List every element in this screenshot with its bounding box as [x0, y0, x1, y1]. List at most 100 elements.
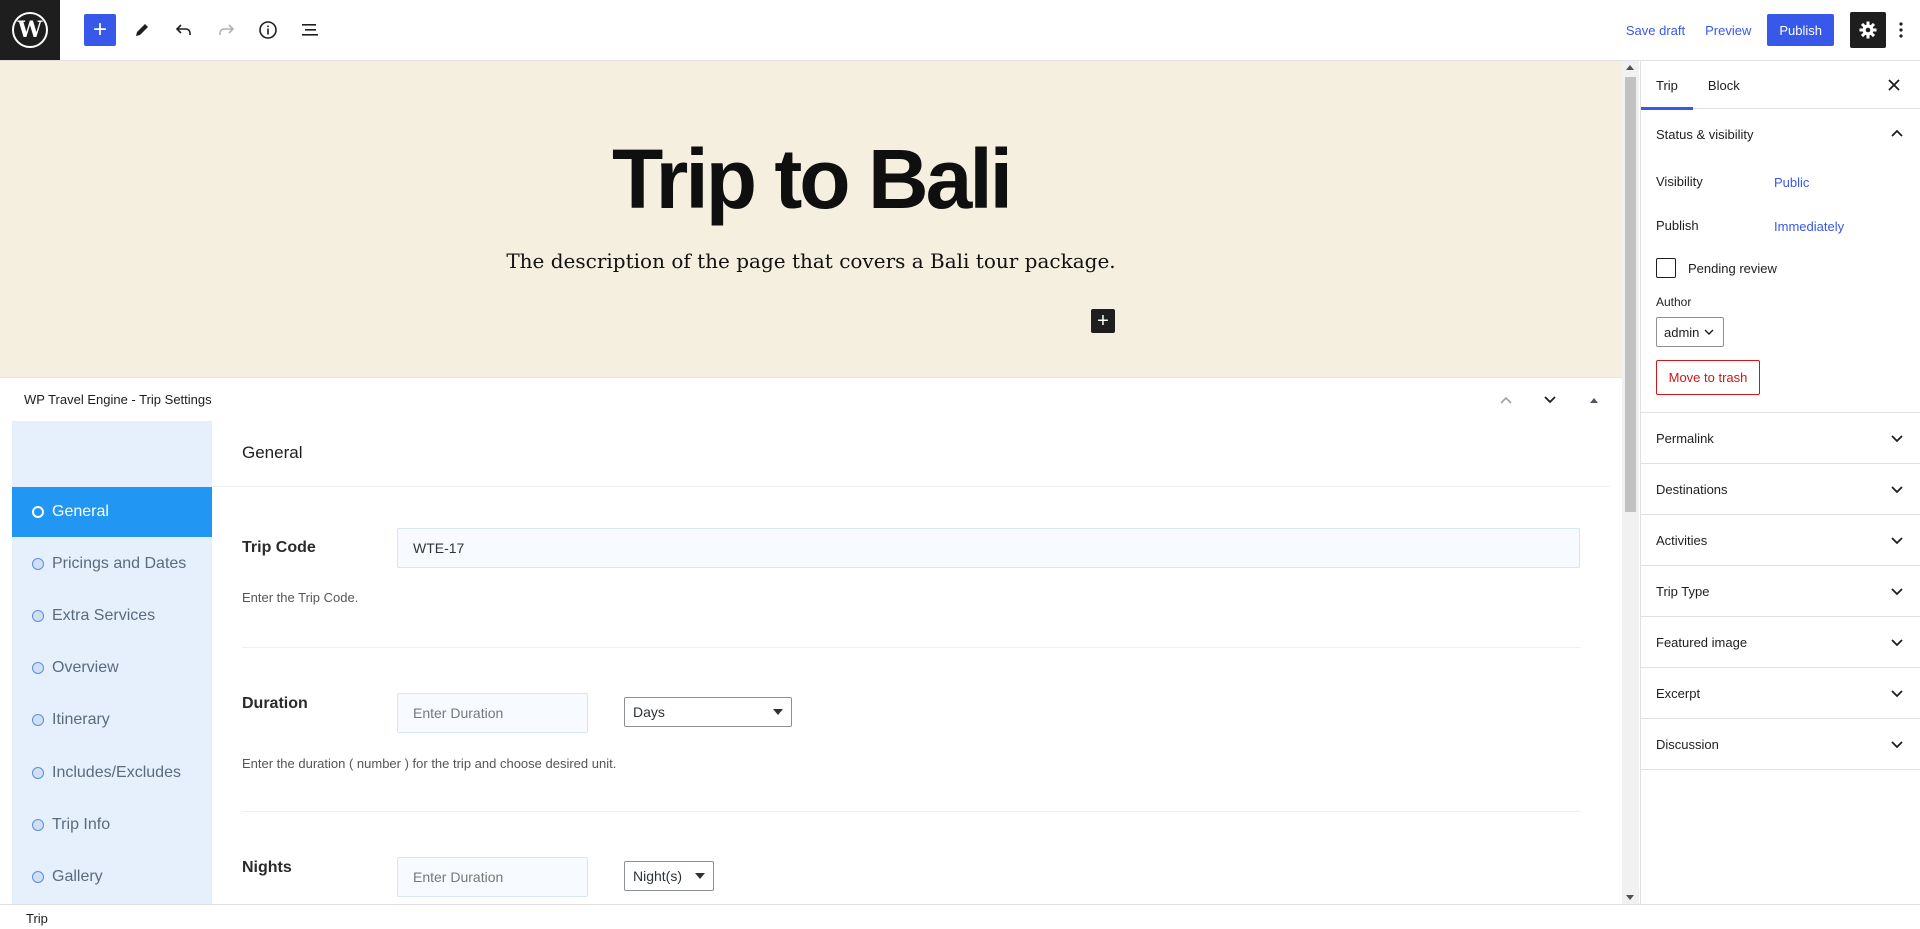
featured-image-panel[interactable]: Featured image: [1641, 617, 1920, 668]
pending-review-checkbox[interactable]: [1656, 258, 1676, 278]
divider: [242, 811, 1580, 812]
block-inserter-button[interactable]: +: [1091, 309, 1115, 333]
scroll-down-icon[interactable]: [1626, 895, 1634, 900]
chevron-down-icon[interactable]: [1888, 735, 1906, 753]
block-breadcrumb-bar: Trip: [0, 904, 1920, 929]
radio-dot-icon: [32, 871, 44, 883]
save-draft-button[interactable]: Save draft: [1616, 23, 1695, 38]
redo-icon[interactable]: [210, 14, 242, 46]
wordpress-icon: W: [12, 12, 48, 48]
trip-type-panel[interactable]: Trip Type: [1641, 566, 1920, 617]
excerpt-panel[interactable]: Excerpt: [1641, 668, 1920, 719]
post-title[interactable]: Trip to Bali: [0, 131, 1622, 228]
tab-general[interactable]: General: [12, 487, 212, 537]
editor-root: W + Save draft Preview Publish Trip to B…: [0, 0, 1920, 929]
metabox-title: WP Travel Engine - Trip Settings: [24, 392, 212, 407]
chevron-down-icon[interactable]: [1888, 429, 1906, 447]
select-value: admin: [1664, 324, 1700, 340]
tab-label: General: [52, 503, 109, 520]
settings-button[interactable]: [1850, 12, 1886, 48]
move-to-trash-button[interactable]: Move to trash: [1656, 360, 1760, 395]
duration-input[interactable]: Enter Duration: [397, 693, 588, 733]
chevron-down-icon[interactable]: [1888, 684, 1906, 702]
discussion-panel[interactable]: Discussion: [1641, 719, 1920, 770]
chevron-down-icon[interactable]: [1888, 582, 1906, 600]
general-panel: General Trip Code WTE-17 Enter the Trip …: [212, 421, 1610, 904]
destinations-panel[interactable]: Destinations: [1641, 464, 1920, 515]
move-down-icon[interactable]: [1536, 386, 1564, 414]
publish-button[interactable]: Publish: [1767, 14, 1834, 46]
tab-label: Itinerary: [52, 711, 110, 728]
tab-pricings-and-dates[interactable]: Pricings and Dates: [12, 539, 212, 589]
section-title: Discussion: [1656, 736, 1719, 752]
divider: [212, 486, 1610, 487]
tab-gallery[interactable]: Gallery: [12, 852, 212, 902]
divider: [242, 647, 1580, 648]
options-menu-button[interactable]: [1886, 12, 1916, 48]
author-label: Author: [1656, 295, 1692, 309]
pencil-icon[interactable]: [126, 14, 158, 46]
radio-dot-icon: [32, 610, 44, 622]
preview-button[interactable]: Preview: [1695, 23, 1761, 38]
section-title: Status & visibility: [1656, 126, 1754, 142]
radio-dot-icon: [32, 558, 44, 570]
duration-help: Enter the duration ( number ) for the tr…: [242, 756, 617, 771]
status-visibility-panel: Status & visibility Visibility Public Pu…: [1641, 109, 1920, 413]
chevron-down-icon[interactable]: [1888, 633, 1906, 651]
cover-block[interactable]: Trip to Bali The description of the page…: [0, 61, 1622, 377]
chevron-down-icon[interactable]: [1888, 531, 1906, 549]
visibility-value[interactable]: Public: [1774, 175, 1809, 190]
kebab-icon: [1899, 22, 1903, 38]
tab-overview[interactable]: Overview: [12, 643, 212, 693]
section-title: Featured image: [1656, 634, 1748, 650]
content-scrollbar[interactable]: [1622, 61, 1639, 904]
chevron-down-icon[interactable]: [1888, 480, 1906, 498]
editor-toolbar: W + Save draft Preview Publish: [0, 0, 1920, 61]
permalink-panel[interactable]: Permalink: [1641, 413, 1920, 464]
publish-date-value[interactable]: Immediately: [1774, 219, 1844, 234]
post-description[interactable]: The description of the page that covers …: [0, 249, 1622, 273]
wordpress-logo-button[interactable]: W: [0, 0, 60, 60]
panel-title: General: [242, 443, 303, 462]
breadcrumb-item[interactable]: Trip: [26, 911, 48, 926]
tab-includes-excludes[interactable]: Includes/Excludes: [12, 748, 212, 798]
close-icon[interactable]: [1882, 73, 1906, 97]
info-icon[interactable]: [252, 14, 284, 46]
trip-settings-body: General Pricings and Dates Extra Service…: [12, 421, 1610, 904]
list-view-icon[interactable]: [294, 14, 326, 46]
radio-dot-icon: [32, 767, 44, 779]
scroll-up-icon[interactable]: [1626, 65, 1634, 70]
tab-label: Trip Info: [52, 816, 111, 833]
tab-extra-services[interactable]: Extra Services: [12, 591, 212, 641]
chevron-down-icon: [1704, 329, 1714, 335]
tab-label: Gallery: [52, 868, 103, 885]
undo-icon[interactable]: [168, 14, 200, 46]
publish-label: Publish: [1656, 218, 1699, 233]
activities-panel[interactable]: Activities: [1641, 515, 1920, 566]
add-block-button[interactable]: +: [84, 14, 116, 46]
author-select[interactable]: admin: [1656, 317, 1724, 347]
gear-icon: [1859, 21, 1877, 39]
chevron-up-icon[interactable]: [1888, 125, 1906, 143]
section-title: Excerpt: [1656, 685, 1701, 701]
tab-label: Pricings and Dates: [52, 555, 187, 572]
trip-code-input[interactable]: WTE-17: [397, 528, 1580, 568]
nights-label: Nights: [242, 859, 292, 876]
duration-unit-select[interactable]: Days: [624, 697, 792, 727]
editor-canvas: Trip to Bali The description of the page…: [0, 61, 1622, 904]
nights-unit-select[interactable]: Night(s): [624, 861, 714, 891]
section-title: Destinations: [1656, 481, 1728, 497]
move-up-icon[interactable]: [1492, 386, 1520, 414]
collapse-toggle-icon[interactable]: [1580, 386, 1608, 414]
tab-block[interactable]: Block: [1693, 61, 1755, 109]
select-value: Days: [633, 704, 665, 720]
scroll-thumb[interactable]: [1625, 77, 1636, 512]
status-visibility-toggle[interactable]: Status & visibility: [1641, 109, 1920, 159]
tab-trip-info[interactable]: Trip Info: [12, 800, 212, 850]
tab-trip[interactable]: Trip: [1641, 61, 1693, 110]
trip-settings-metabox-header: WP Travel Engine - Trip Settings: [0, 377, 1622, 421]
trip-settings-tabs: General Pricings and Dates Extra Service…: [12, 421, 212, 904]
tab-itinerary[interactable]: Itinerary: [12, 695, 212, 745]
nights-input[interactable]: Enter Duration: [397, 857, 588, 897]
tab-label: Includes/Excludes: [52, 764, 181, 781]
